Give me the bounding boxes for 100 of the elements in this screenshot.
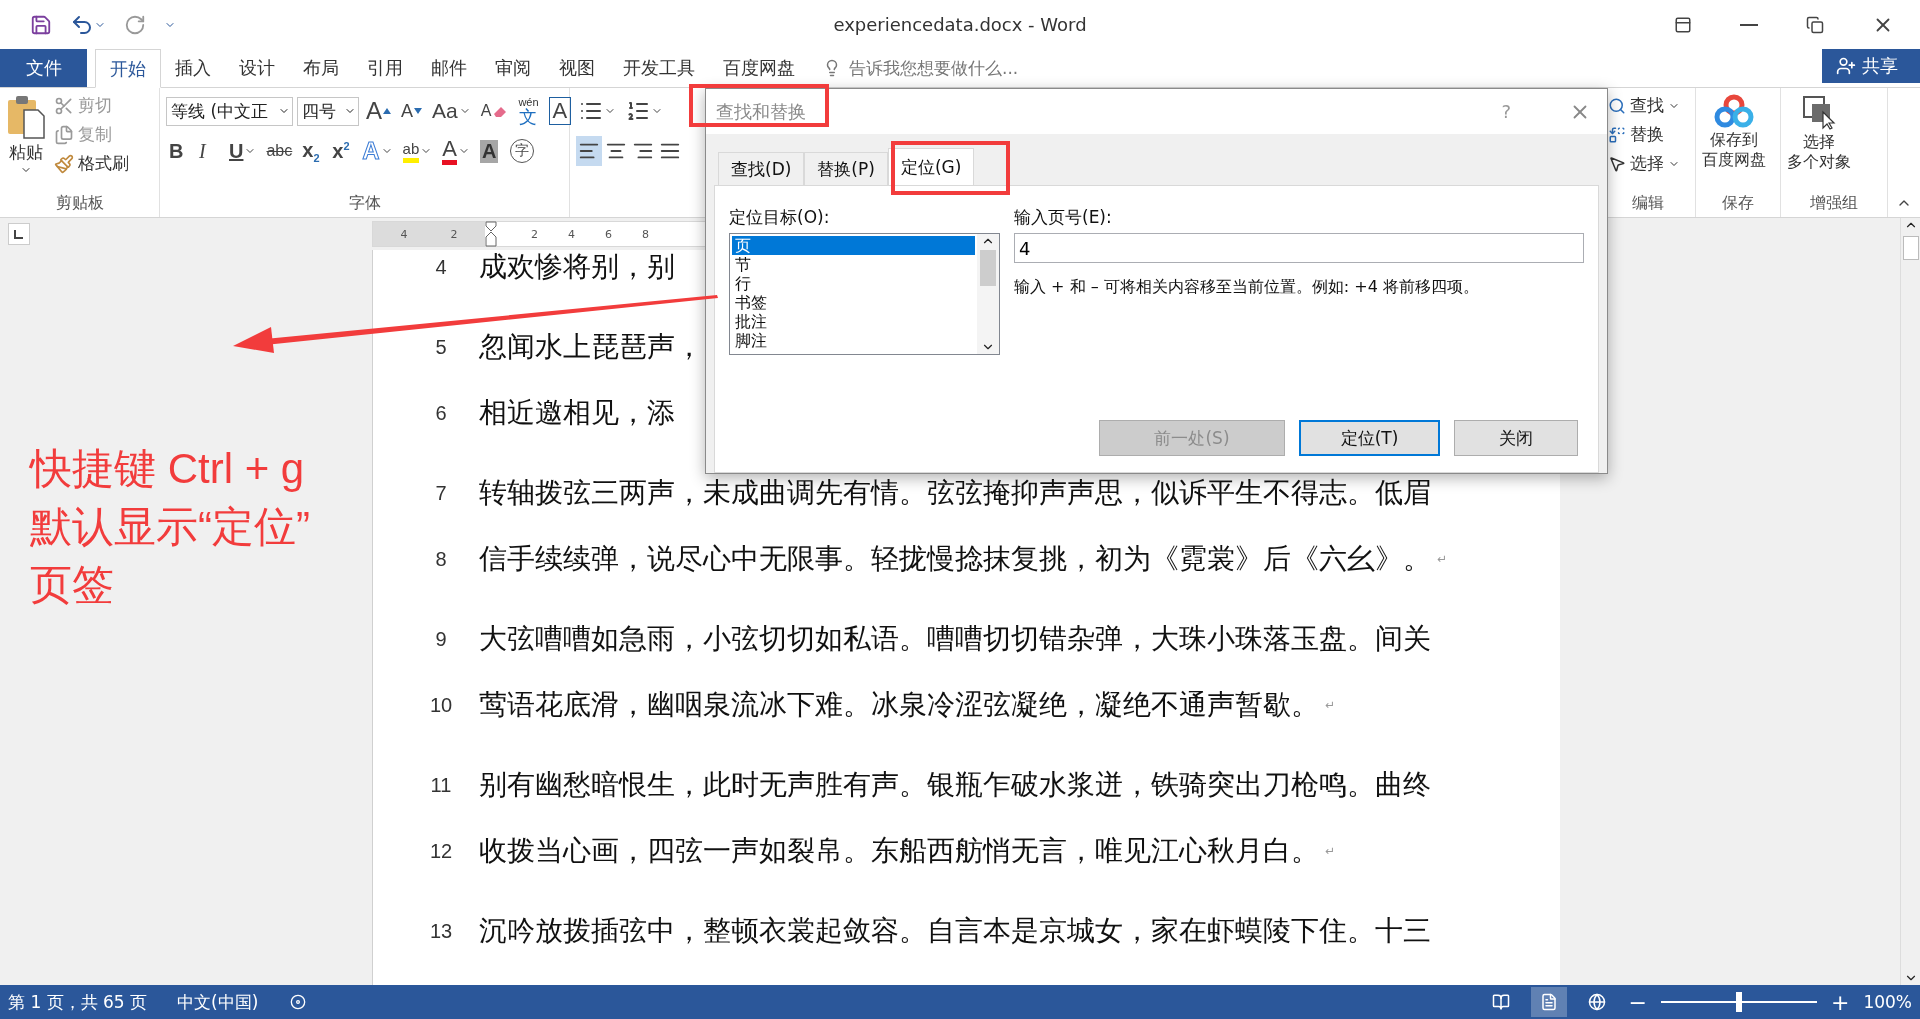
dialog-tab[interactable]: 定位(G): [887, 148, 975, 186]
list-item[interactable]: 行: [732, 274, 975, 293]
replace-icon: [1608, 125, 1626, 144]
brush-button[interactable]: 格式刷: [52, 150, 131, 177]
group-label: 字体: [348, 193, 381, 214]
annotation-text: 快捷键 Ctrl + g 默认显示“定位” 页签: [30, 444, 311, 610]
book-icon: [1491, 993, 1510, 1011]
search-button[interactable]: 查找: [1606, 92, 1682, 119]
ruler-number: 2: [531, 227, 538, 241]
page-number-label: 输入页号(E):: [1014, 206, 1113, 229]
document-line: 忽闻水上琵琶声，: [479, 329, 703, 365]
line-number: 12: [428, 839, 454, 863]
dialog-tab[interactable]: 查找(D): [718, 152, 805, 186]
list-item[interactable]: 节: [732, 255, 975, 274]
font-name-field[interactable]: 等线 (中文正: [166, 96, 293, 126]
line-number: 5: [434, 335, 448, 359]
scissors-icon: [54, 95, 74, 116]
paintbrush-icon: [54, 153, 74, 174]
minimize-icon: [1740, 23, 1758, 26]
zoom-thumb[interactable]: [1735, 992, 1742, 1012]
document-line: 转轴拨弦三两声，未成曲调先有情。弦弦掩抑声声思，似诉平生不得志。低眉: [479, 475, 1431, 511]
replace-button[interactable]: 替换: [1606, 121, 1682, 148]
zoom-in-button[interactable]: +: [1828, 989, 1852, 1015]
effect-button[interactable]: A: [359, 136, 396, 166]
line-number: 7: [434, 481, 448, 505]
language-status[interactable]: 中文(中国): [177, 990, 259, 1014]
hint-text: 输入 + 和 – 可将相关内容移至当前位置。例如: +4 将前移四项。: [1014, 277, 1480, 298]
list-item[interactable]: 页: [732, 236, 975, 255]
dialog-button[interactable]: 定位(T): [1299, 420, 1440, 456]
cursor-icon: [1608, 154, 1626, 173]
globe-icon: [1587, 993, 1606, 1011]
ribbon-display-icon: [1674, 15, 1692, 34]
dialog-tab[interactable]: 替换(P): [804, 152, 888, 186]
case-button[interactable]: Aa: [429, 96, 474, 126]
vertical-scrollbar[interactable]: [1900, 218, 1920, 985]
scroll-thumb[interactable]: [1902, 236, 1919, 260]
sub-button[interactable]: x$_{2}$: [299, 136, 326, 166]
ruler-number: 2: [450, 227, 458, 241]
tab-selector[interactable]: [8, 223, 30, 245]
target-label: 定位目标(O):: [729, 206, 831, 229]
list-item[interactable]: 批注: [732, 312, 975, 331]
print-view-button[interactable]: [1530, 987, 1567, 1017]
scroll-thumb[interactable]: [980, 250, 996, 286]
save-to-cloud-button[interactable]: 保存到 百度网盘: [1702, 92, 1766, 193]
zoom-out-button[interactable]: −: [1626, 989, 1649, 1015]
share-button[interactable]: 共享: [1822, 49, 1920, 83]
strike-button[interactable]: abc: [263, 136, 296, 166]
clear-button[interactable]: A: [477, 96, 512, 126]
list-item[interactable]: 书签: [732, 293, 975, 312]
shrink-button[interactable]: A: [398, 96, 426, 126]
ribbon-tab[interactable]: 开始: [95, 49, 161, 88]
user-plus-icon: [1836, 56, 1856, 76]
phonetic-button[interactable]: wén 文: [515, 96, 542, 126]
group-label: 保存: [1722, 193, 1754, 214]
select-button[interactable]: 选择: [1606, 150, 1682, 177]
up-triangle-icon: [383, 108, 391, 114]
zoom-level[interactable]: 100%: [1863, 992, 1912, 1012]
underline-button[interactable]: U: [226, 136, 260, 166]
document-line: 信手续续弹，说尽心中无限事。轻拢慢捻抹复挑，初为《霓裳》后《六幺》。: [479, 541, 1431, 577]
cloud-rings-icon: [1714, 94, 1754, 128]
page-number-field[interactable]: 4: [1014, 233, 1584, 263]
color-button[interactable]: A: [439, 136, 473, 166]
paragraph-mark: ↵: [1437, 552, 1448, 566]
align-left-button[interactable]: [576, 136, 602, 166]
group-label: 增强组: [1810, 193, 1858, 214]
target-list[interactable]: 页 节 行 书签 批注 脚注: [729, 233, 1000, 355]
line-number: 9: [434, 627, 448, 651]
eraser-icon: [492, 104, 509, 118]
redo-icon: [124, 13, 146, 36]
highlight-button[interactable]: ab: [399, 136, 436, 166]
document-line: 相近邀相见，添: [479, 395, 675, 431]
document-line: 大弦嘈嘈如急雨，小弦切切如私语。嘈嘈切切错杂弹，大珠小珠落玉盘。间关: [479, 621, 1431, 657]
tab-stop-icon: [13, 230, 23, 240]
line-number: 6: [434, 401, 448, 425]
line-number: 8: [434, 547, 448, 571]
document-line: 别有幽愁暗恨生，此时无声胜有声。银瓶乍破水浆迸，铁骑突出刀枪鸣。曲终: [479, 767, 1431, 803]
record-icon: [290, 994, 307, 1010]
numbered-list-icon: [626, 99, 650, 123]
select-objects-icon: [1801, 94, 1837, 130]
paste-button[interactable]: 粘贴: [6, 92, 46, 193]
select-objects-button[interactable]: 选择 多个对象: [1787, 92, 1851, 193]
page-icon: [1539, 993, 1558, 1011]
grow-button[interactable]: A: [363, 96, 394, 126]
indent-marker[interactable]: [485, 221, 497, 247]
font-size-field[interactable]: 四号: [297, 96, 359, 126]
file-tab[interactable]: 文件: [0, 49, 87, 87]
list-item[interactable]: 脚注: [732, 331, 975, 350]
ruler-number: 4: [400, 227, 408, 241]
copy-icon: [54, 124, 74, 145]
save-icon: [30, 13, 52, 36]
dialog-button[interactable]: 关闭: [1454, 420, 1578, 456]
page-count: 第 1 页，共 65 页: [8, 990, 148, 1014]
line-number: 10: [428, 693, 454, 717]
document-line: 成欢惨将别，别: [479, 250, 675, 285]
bold-button[interactable]: B: [166, 136, 192, 166]
dialog-title: 查找和替换: [716, 99, 807, 124]
italic-button[interactable]: I: [196, 136, 222, 166]
window-title: experiencedata.docx - Word: [833, 14, 1087, 35]
down-triangle-icon: [414, 108, 423, 114]
sup-button[interactable]: x$^{2}$: [329, 136, 356, 166]
